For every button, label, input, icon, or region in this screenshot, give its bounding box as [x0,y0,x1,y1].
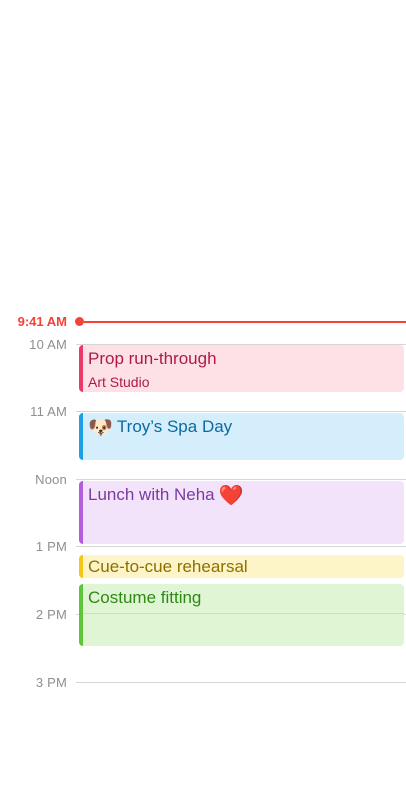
current-time-line [84,321,406,323]
current-time-dot [75,317,84,326]
hour-label-2pm: 2 PM [35,607,67,622]
hour-gridline [76,479,406,480]
event-title-row: Lunch with Neha ❤️ [88,485,404,506]
hour-gridline [76,682,406,683]
hour-label-noon: Noon [35,472,67,487]
event-lunch-with-neha[interactable]: Lunch with Neha ❤️ [79,481,404,544]
red-heart-icon: ❤️ [218,485,244,507]
hour-gridline [83,613,404,614]
event-title: Costume fitting [88,588,202,607]
hour-label-10am: 10 AM [29,337,67,352]
event-title: Prop run-through [88,349,217,368]
event-prop-run-through[interactable]: Prop run-through Art Studio [79,345,404,392]
hour-gridline [76,411,406,412]
event-costume-fitting[interactable]: Costume fitting [79,584,404,646]
hour-gridline [76,546,406,547]
hour-label-11am: 11 AM [30,404,67,419]
hour-label-1pm: 1 PM [35,539,67,554]
dog-face-icon: 🐶 [88,417,113,439]
current-time-label: 9:41 AM [17,314,67,329]
event-title: Troy’s Spa Day [116,417,233,436]
event-troys-spa-day[interactable]: 🐶 Troy’s Spa Day [79,413,404,460]
event-title: Cue-to-cue rehearsal [88,557,248,576]
hour-label-3pm: 3 PM [35,675,67,690]
event-title: Lunch with Neha [88,485,215,504]
event-location: Art Studio [88,374,150,390]
event-title-row: 🐶 Troy’s Spa Day [88,417,404,438]
day-timeline[interactable]: 9:41 AM 10 AM 11 AM Noon 1 PM 2 PM 3 PM … [0,0,406,804]
event-cue-to-cue-rehearsal[interactable]: Cue-to-cue rehearsal [79,555,404,578]
